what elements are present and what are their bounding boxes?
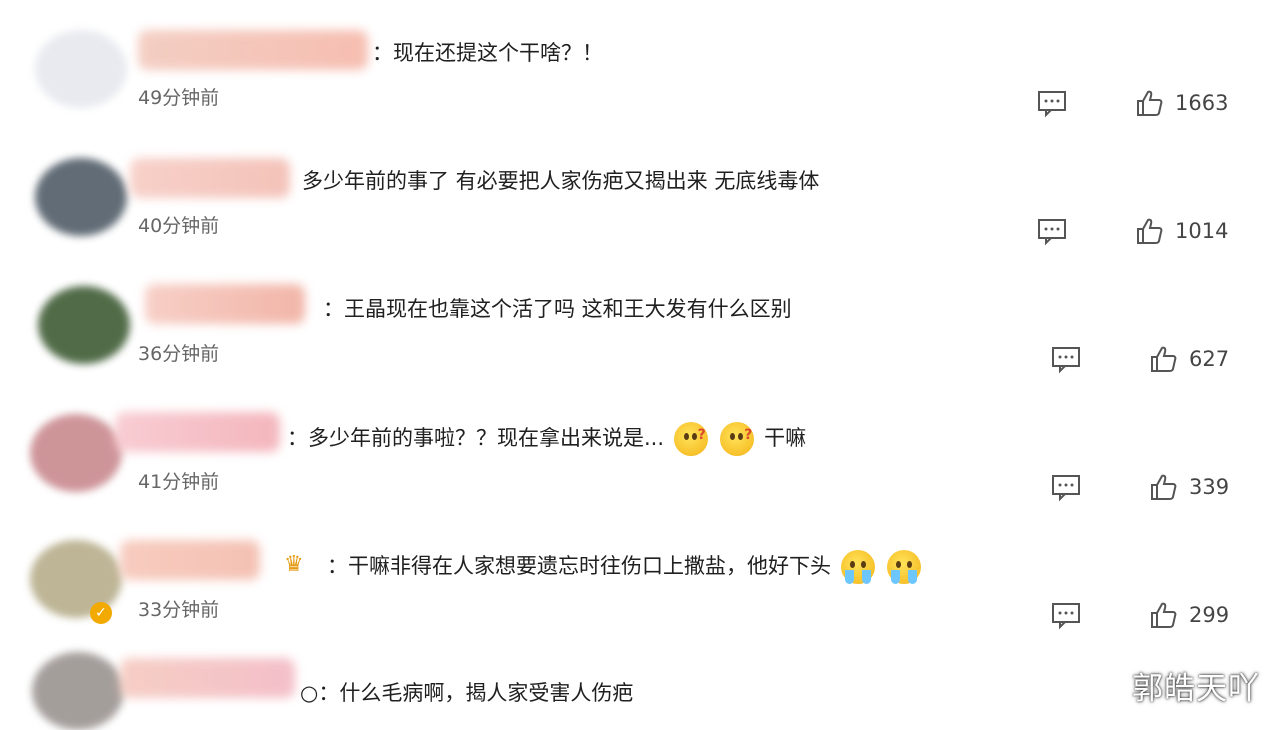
like-button[interactable]: 627: [1149, 344, 1229, 374]
crying-face-icon: [887, 550, 922, 584]
comment-item: 多少年前的事了 有必要把人家伤疤又揭出来 无底线毒体 40分钟前 1014: [0, 128, 1282, 256]
comment-item: ：多少年前的事啦？？现在拿出来说是... ? ? 干嘛 41分钟前 339: [0, 384, 1282, 512]
like-count: 627: [1189, 347, 1230, 371]
comment-text-main: ：干嘛非得在人家想要遗忘时往伤口上撒盐，他好下头: [327, 554, 831, 578]
comment-time: 40分钟前: [138, 215, 220, 237]
username-blur[interactable]: [120, 658, 295, 698]
comment-text: ：干嘛非得在人家想要遗忘时往伤口上撒盐，他好下头: [327, 550, 924, 584]
avatar[interactable]: [38, 286, 130, 364]
comment-time: 36分钟前: [138, 343, 220, 365]
comment-text: ：多少年前的事啦？？现在拿出来说是... ? ? 干嘛: [287, 422, 806, 456]
like-button[interactable]: 1663: [1135, 88, 1228, 118]
comment-text: ○：什么毛病啊，揭人家受害人伤疤: [300, 681, 634, 705]
comment-text-tail: 干嘛: [764, 426, 807, 450]
avatar[interactable]: [35, 30, 127, 108]
comment-text-main: ：多少年前的事啦？？现在拿出来说是...: [287, 426, 665, 450]
avatar[interactable]: [30, 414, 122, 492]
thumbs-up-icon: [1137, 218, 1163, 244]
reply-button[interactable]: [1051, 472, 1081, 502]
verified-badge: ✓: [90, 602, 112, 624]
username-blur[interactable]: [120, 540, 260, 580]
comment-item: ✓ ♛ ：干嘛非得在人家想要遗忘时往伤口上撒盐，他好下头 33分钟前 299: [0, 512, 1282, 640]
reply-button[interactable]: [1037, 88, 1067, 118]
username-blur[interactable]: [145, 284, 305, 324]
comment-text: 多少年前的事了 有必要把人家伤疤又揭出来 无底线毒体: [302, 169, 820, 193]
comment-reply-icon: [1052, 347, 1080, 374]
thumbs-up-icon: [1151, 474, 1177, 500]
thumbs-up-icon: [1151, 346, 1177, 372]
like-count: 339: [1189, 475, 1230, 499]
question-face-icon: ?: [673, 422, 708, 456]
comment-reply-icon: [1038, 219, 1066, 246]
reply-button[interactable]: [1051, 600, 1081, 630]
thumbs-up-icon: [1151, 602, 1177, 628]
username-blur[interactable]: [138, 30, 368, 70]
question-face-icon: ?: [720, 422, 755, 456]
comment-time: 33分钟前: [138, 599, 220, 621]
crown-icon: ♛: [284, 552, 304, 577]
comment-text: ：现在还提这个干啥？！: [372, 41, 603, 65]
thumbs-up-icon: [1137, 90, 1163, 116]
like-count: 1663: [1175, 91, 1229, 115]
comment-time: 49分钟前: [138, 87, 220, 109]
username-blur[interactable]: [115, 412, 280, 452]
like-button[interactable]: 299: [1149, 600, 1229, 630]
watermark: 郭皓天吖: [1132, 671, 1260, 707]
crying-face-icon: [840, 550, 875, 584]
reply-button[interactable]: [1051, 344, 1081, 374]
comment-time: 41分钟前: [138, 471, 220, 493]
like-count: 299: [1189, 603, 1230, 627]
comment-item: ：现在还提这个干啥？！ 49分钟前 1663: [0, 0, 1282, 128]
reply-button[interactable]: [1037, 216, 1067, 246]
like-button[interactable]: 1014: [1135, 216, 1228, 246]
avatar[interactable]: [32, 652, 124, 730]
comment-reply-icon: [1052, 475, 1080, 502]
comment-item: ○：什么毛病啊，揭人家受害人伤疤: [0, 640, 1282, 730]
like-count: 1014: [1175, 219, 1229, 243]
comment-text: ：王晶现在也靠这个活了吗 这和王大发有什么区别: [323, 297, 792, 321]
comment-reply-icon: [1052, 603, 1080, 630]
comment-reply-icon: [1038, 91, 1066, 118]
comment-item: ：王晶现在也靠这个活了吗 这和王大发有什么区别 36分钟前 627: [0, 256, 1282, 384]
avatar[interactable]: [35, 158, 127, 236]
like-button[interactable]: 339: [1149, 472, 1229, 502]
username-blur[interactable]: [130, 158, 290, 198]
